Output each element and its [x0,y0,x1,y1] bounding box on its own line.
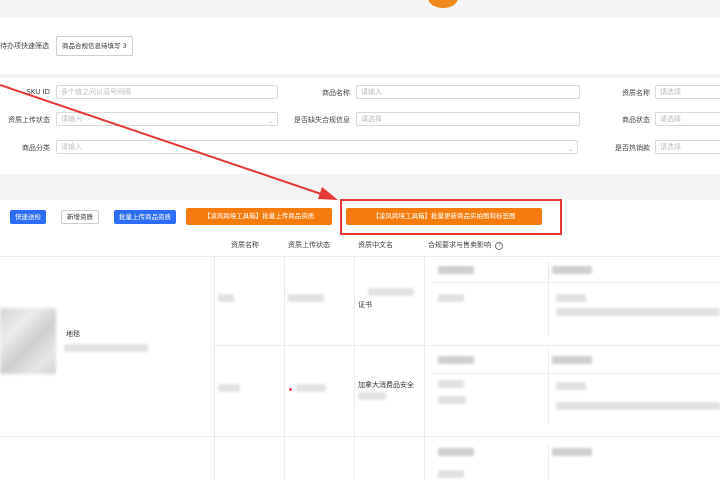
compliance-blurred [438,294,464,302]
compliance-blurred [556,382,586,390]
compliance-blurred [556,402,720,410]
compliance-blurred [556,294,586,302]
compliance-blurred [438,356,474,364]
col-header-compliance: 合规要求与售卖影响 ? [428,240,504,250]
qual-name-blurred [218,384,240,392]
col-header-qual-cn-name: 资质中文名 [358,241,393,249]
product-name-input[interactable]: 请输入 [356,85,580,99]
highlight-box [340,199,562,235]
required-dot [289,388,292,391]
hot-selling-label: 是否热销款 [615,144,650,152]
col-divider [214,256,215,480]
product-name: 地毯 [66,330,80,338]
question-circle-icon[interactable]: ? [495,242,504,250]
qual-cn-blurred [358,392,386,400]
compliance-blurred [552,356,592,364]
product-thumbnail[interactable] [0,308,56,374]
compliance-blurred [438,448,474,456]
upload-status-blurred [288,294,324,302]
compliance-blurred [552,266,592,274]
table-header-divider [0,256,720,257]
todo-chip[interactable]: 商品合规信息待填写 3 [56,36,133,56]
product-name-label: 商品名称 [322,89,350,97]
row-divider [214,345,720,346]
product-status-label: 商品状态 [622,116,650,124]
qual-name-select[interactable]: 请选择 [655,85,720,99]
qual-cn-text: 加拿大消费品安全 [358,381,414,389]
chevron-down-icon: ⌄ [267,118,273,125]
sku-id-input[interactable]: 多个值之间以逗号间隔 [56,85,278,99]
qual-upload-status-select[interactable]: 请输入 ⌄ [56,112,278,126]
todo-filter-label: 待办项快速筛选 [0,42,49,50]
compliance-blurred [438,266,474,274]
col-header-qual-name: 资质名称 [231,241,259,249]
col-divider [548,444,549,480]
category-label: 商品分类 [22,144,50,152]
col-divider [424,256,425,480]
compliance-blurred [438,470,464,478]
chevron-down-icon: ⌄ [567,146,573,153]
data-table [0,236,720,480]
row-divider [430,282,720,283]
col-divider [284,256,285,480]
qual-name-label: 资质名称 [622,89,650,97]
compliance-blurred [552,448,592,456]
col-divider [548,262,549,334]
sku-id-label: SKU ID [26,88,50,96]
col-header-compliance-label: 合规要求与售卖影响 [428,241,491,249]
quick-check-button[interactable]: 快速送检 [10,210,46,224]
missing-compliance-select[interactable]: 请选择 [356,112,580,126]
compliance-blurred [556,308,720,316]
top-bar [0,0,720,18]
qual-cn-blurred [368,288,414,296]
product-status-select[interactable]: 请选择 [655,112,720,126]
missing-compliance-label: 是否缺失合规信息 [294,116,350,124]
compliance-blurred [438,396,466,404]
col-divider [548,350,549,422]
qual-name-blurred [218,294,234,302]
qual-cn-suffix: 证书 [358,301,372,309]
lingfeng-batch-upload-button[interactable]: 【凌风跨境工具箱】批量上传商品资质 [186,208,332,225]
category-input[interactable]: 请输入 ⌄ [56,140,578,154]
qual-upload-status-placeholder: 请输入 [61,115,82,123]
category-placeholder: 请输入 [61,143,82,151]
compliance-blurred [438,380,464,388]
row-divider [430,373,720,374]
upload-status-blurred [296,384,326,392]
hot-selling-select[interactable]: 请选择 [655,140,720,154]
new-qual-button[interactable]: 新增资质 [61,210,99,224]
qual-upload-status-label: 资质上传状态 [8,116,50,124]
batch-upload-qual-button[interactable]: 批量上传商品资质 [114,210,176,224]
row-divider [0,436,720,437]
col-divider [354,256,355,480]
col-header-upload-status: 资质上传状态 [288,241,330,249]
product-sku-blurred [64,344,148,352]
